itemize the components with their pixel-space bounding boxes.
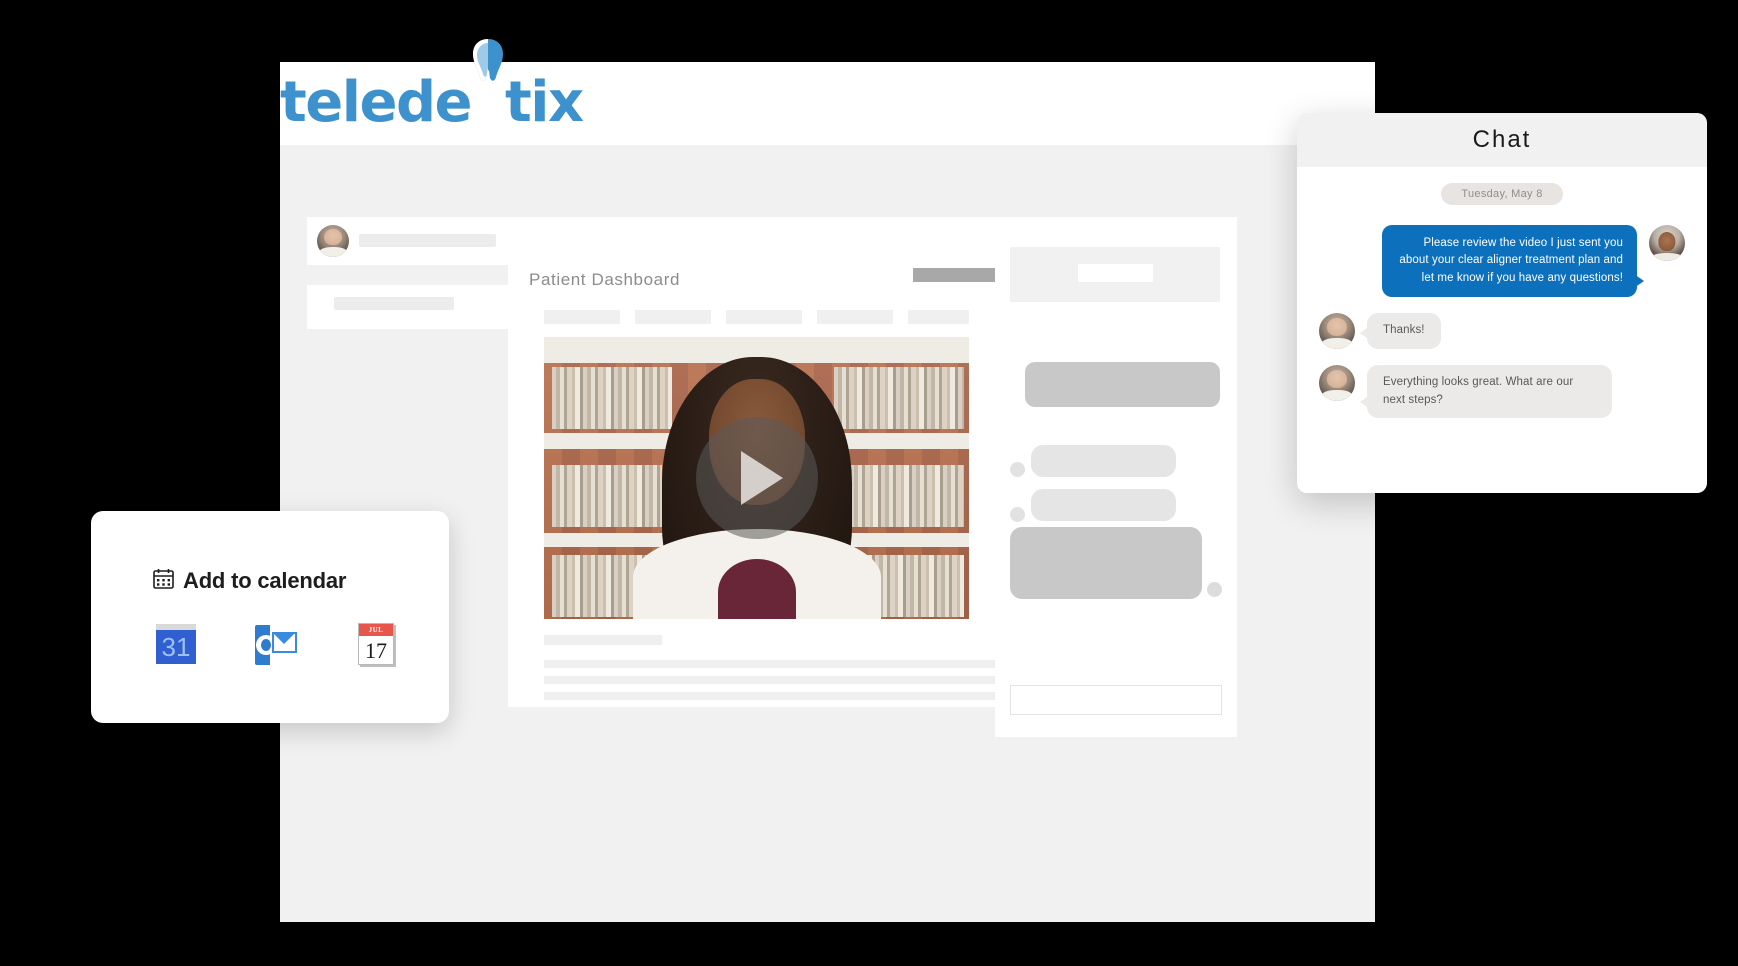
gcal-day-label: 31: [161, 631, 191, 662]
chat-message-incoming: Everything looks great. What are our nex…: [1297, 364, 1707, 419]
brand-logo[interactable]: tele de tix: [280, 39, 584, 135]
avatar: [317, 225, 349, 257]
chat-message-outgoing: Please review the video I just sent you …: [1297, 225, 1707, 297]
apple-calendar-icon[interactable]: JUL 17: [353, 621, 399, 667]
skeleton-header-inner: [1078, 264, 1153, 282]
sidebar-secondary-card[interactable]: [307, 285, 509, 329]
app-header: tele de tix: [280, 39, 1375, 145]
skeleton-bubble: [1025, 362, 1220, 407]
video-player[interactable]: [544, 337, 969, 619]
sidebar-user-name-placeholder: [359, 234, 496, 247]
page-title: Patient Dashboard: [529, 270, 681, 289]
google-calendar-icon[interactable]: 31: [153, 621, 199, 667]
calendar-icon: [153, 568, 174, 594]
brand-logo-part-1: tele: [280, 70, 397, 135]
chat-title: Chat: [1472, 126, 1532, 153]
message-bubble: Thanks!: [1360, 312, 1441, 349]
add-to-calendar-title-row: Add to calendar: [153, 568, 346, 594]
dashboard-tab-placeholder[interactable]: [817, 310, 893, 324]
chat-skeleton-panel: [995, 217, 1237, 737]
avatar[interactable]: [1649, 225, 1685, 261]
books-decor: [850, 465, 964, 527]
skeleton-avatar: [1010, 462, 1025, 477]
app-window: tele de tix Patient Dashboard: [280, 39, 1375, 922]
books-decor: [834, 367, 964, 429]
video-caption-placeholder: [544, 635, 662, 645]
message-input[interactable]: [1010, 685, 1222, 715]
apple-cal-frame: JUL 17: [358, 623, 394, 665]
apple-cal-day: 17: [365, 638, 387, 663]
avatar[interactable]: [1319, 312, 1355, 349]
avatar[interactable]: [1319, 364, 1355, 401]
apple-cal-month: JUL: [359, 624, 393, 636]
dashboard-tab-placeholder[interactable]: [544, 310, 620, 324]
skeleton-bubble: [1031, 445, 1176, 477]
chat-message-incoming: Thanks!: [1297, 312, 1707, 349]
patient-dashboard-card: Patient Dashboard: [508, 217, 1043, 707]
message-bubble: Everything looks great. What are our nex…: [1360, 364, 1612, 419]
dashboard-tab-placeholder[interactable]: [726, 310, 802, 324]
screenshot-stage: tele de tix Patient Dashboard Chat Tuesd…: [0, 0, 1738, 966]
skeleton-bubble: [1010, 527, 1202, 599]
add-to-calendar-label: Add to calendar: [183, 568, 347, 593]
chat-date-row: Tuesday, May 8: [1297, 183, 1707, 205]
books-decor: [552, 465, 662, 527]
play-triangle: [740, 451, 783, 505]
dashboard-tab-placeholder[interactable]: [908, 310, 969, 324]
books-decor: [552, 367, 672, 429]
tooth-icon: [471, 39, 505, 121]
chat-panel: Chat Tuesday, May 8 Please review the vi…: [1297, 113, 1707, 493]
dashboard-tab-placeholder[interactable]: [635, 310, 711, 324]
sidebar-placeholder-line: [334, 297, 454, 310]
play-icon[interactable]: [695, 417, 818, 539]
skeleton-avatar: [1010, 507, 1025, 522]
brand-logo-part-2: de: [395, 70, 473, 135]
outlook-envelope: [272, 632, 297, 653]
body-placeholder-line: [544, 660, 1007, 668]
skeleton-avatar: [1207, 582, 1222, 597]
chat-date-divider: Tuesday, May 8: [1441, 183, 1563, 205]
chat-header: Chat: [1297, 113, 1707, 167]
skeleton-bubble: [1031, 489, 1176, 521]
sidebar-user-card[interactable]: [307, 217, 509, 265]
calendar-options: 31 JUL 17: [153, 621, 399, 667]
outlook-calendar-icon[interactable]: [253, 621, 299, 667]
brand-logo-part-3: tix: [505, 70, 584, 135]
add-to-calendar-card: Add to calendar 31 JUL 17: [91, 511, 449, 723]
body-placeholder-line: [544, 692, 1007, 700]
body-placeholder-line: [544, 676, 1007, 684]
video-subject-shirt: [717, 559, 796, 619]
message-bubble: Please review the video I just sent you …: [1382, 225, 1644, 297]
skeleton-header: [1010, 247, 1220, 302]
